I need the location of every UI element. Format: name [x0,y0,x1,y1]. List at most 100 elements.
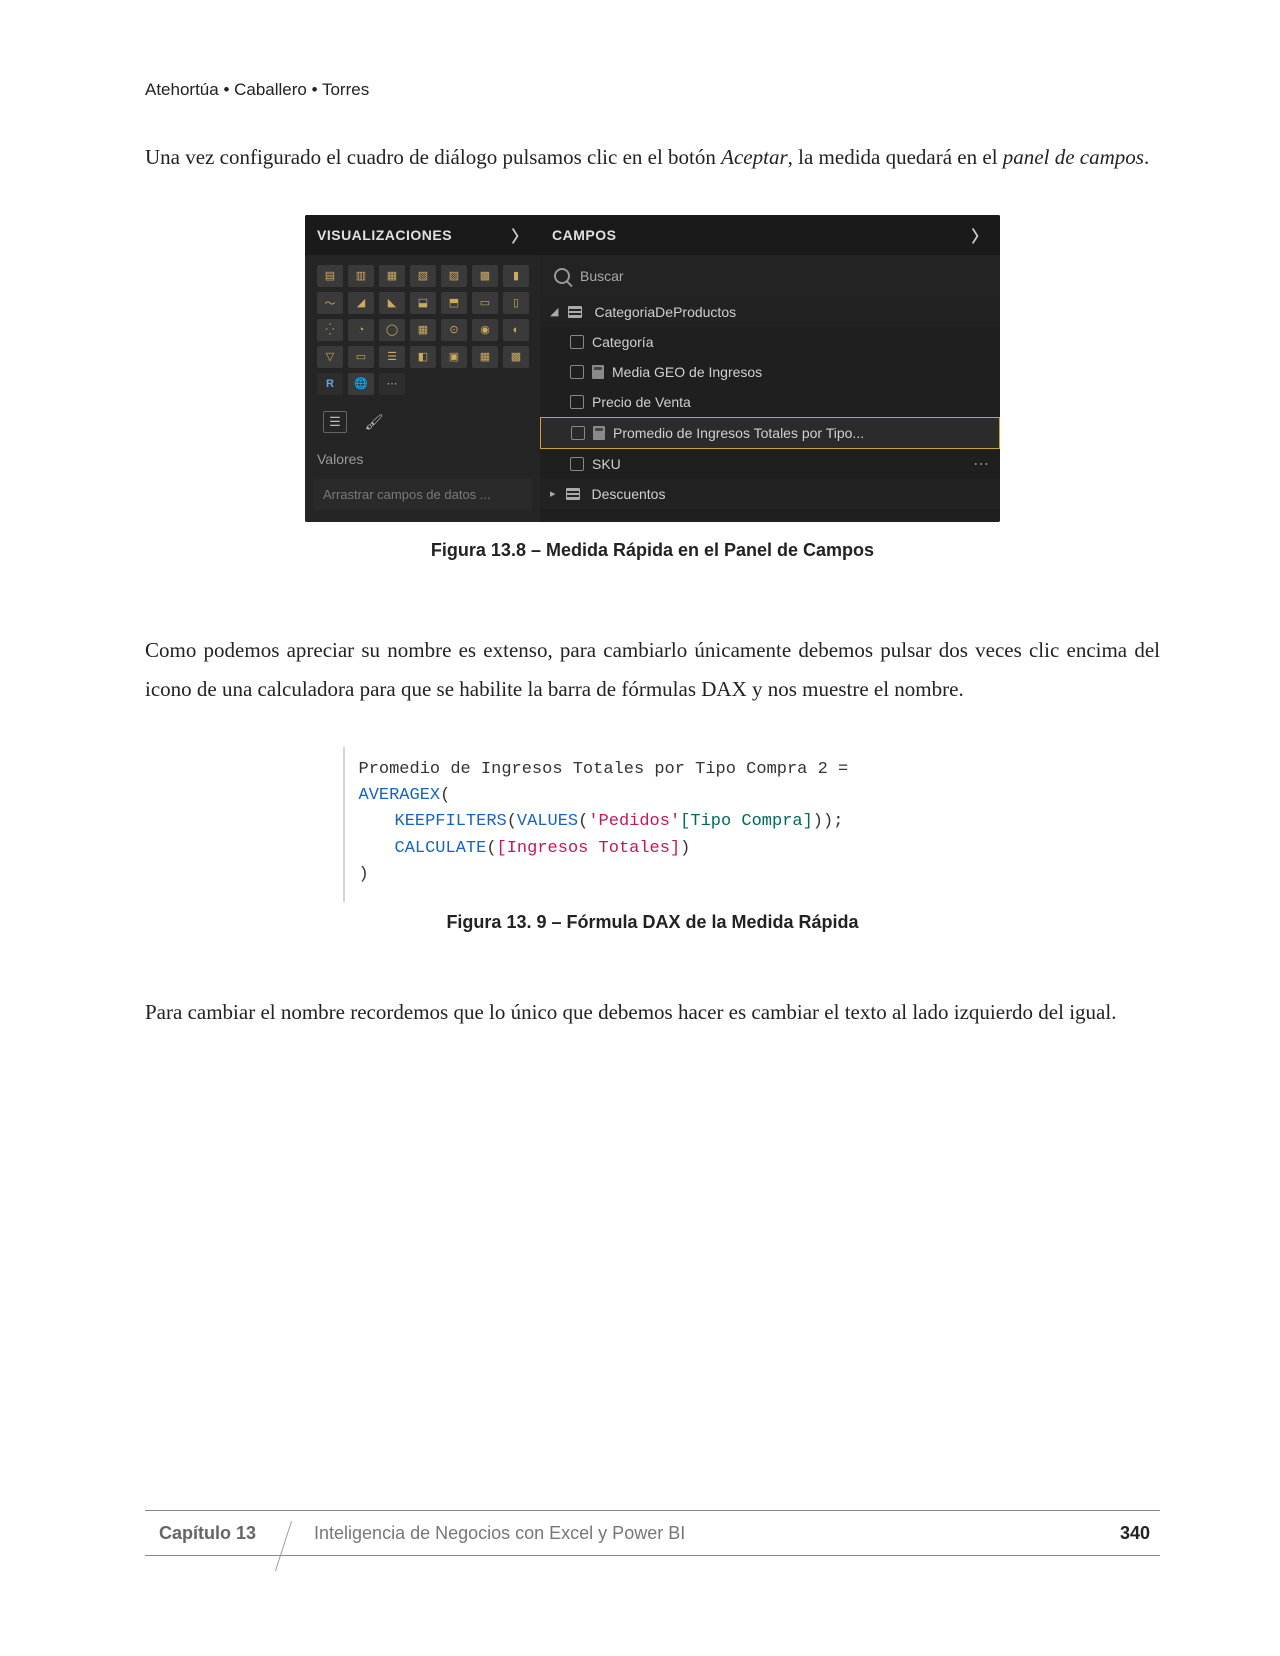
checkbox-icon[interactable] [570,335,584,349]
table-icon [566,488,580,500]
checkbox-icon[interactable] [571,426,585,440]
matrix-icon[interactable]: ▩ [503,346,529,368]
text: , la medida quedará en el [788,145,1003,169]
drag-fields-placeholder[interactable]: Arrastrar campos de datos ... [313,479,532,510]
checkbox-icon[interactable] [570,365,584,379]
fields-tab-icon[interactable]: ☰ [323,411,347,433]
field-label: Media GEO de Ingresos [612,364,762,380]
dax-fn-keepfilters: KEEPFILTERS [395,812,507,831]
stacked-area-icon[interactable]: ◣ [379,292,405,314]
chevron-right-icon[interactable]: 〉 [971,223,988,247]
dax-table-lit: 'Pedidos' [588,812,680,831]
pie-icon[interactable]: ◔ [348,319,374,341]
card-icon[interactable]: ▭ [348,346,374,368]
dax-column-lit: [Tipo Compra] [680,812,813,831]
visualizations-title: VISUALIZACIONES [317,227,452,243]
dax-fn-values: VALUES [517,812,578,831]
emphasis-aceptar: Aceptar [721,145,787,169]
field-label: Promedio de Ingresos Totales por Tipo... [613,425,864,441]
slicer-icon[interactable]: ▣ [441,346,467,368]
format-tools-row: ☰ 🖌 [305,401,540,445]
format-tab-icon[interactable]: 🖌 [361,411,387,433]
collapse-icon[interactable]: ▸ [550,487,556,500]
table-label: Descuentos [592,486,666,502]
expand-icon[interactable]: ◢ [550,305,558,318]
kpi-icon[interactable]: ◧ [410,346,436,368]
paragraph-1: Una vez configurado el cuadro de diálogo… [145,138,1160,177]
measure-icon [592,365,604,379]
figure-13-9-caption: Figura 13. 9 – Fórmula DAX de la Medida … [145,912,1160,933]
column2-icon[interactable]: ▮ [503,265,529,287]
combo2-icon[interactable]: ⬒ [441,292,467,314]
table-categoria-productos[interactable]: ◢ CategoriaDeProductos [540,297,1000,327]
dax-formula-block: Promedio de Ingresos Totales por Tipo Co… [343,747,963,903]
combo-icon[interactable]: ⬓ [410,292,436,314]
powerbi-panel-screenshot: VISUALIZACIONES 〉 ▤ ▥ ▦ ▧ ▨ ▩ ▮ 〜 ◢ ◣ ⬓ … [305,215,1000,522]
footer-page-number: 340 [1120,1523,1160,1544]
text: Una vez configurado el cuadro de diálogo… [145,145,721,169]
page-footer: Capítulo 13 Inteligencia de Negocios con… [145,1510,1160,1556]
checkbox-icon[interactable] [570,395,584,409]
multirow-icon[interactable]: ☰ [379,346,405,368]
globe-icon[interactable]: 🌐 [348,373,374,395]
chevron-right-icon[interactable]: 〉 [511,223,528,247]
area-icon[interactable]: ◢ [348,292,374,314]
filled-map-icon[interactable]: ◉ [472,319,498,341]
emphasis-panel: panel de campos [1003,145,1144,169]
gauge-icon[interactable]: ◐ [503,319,529,341]
field-label: SKU [592,456,621,472]
field-categoria[interactable]: Categoría [540,327,1000,357]
ribbon-icon[interactable]: ▭ [472,292,498,314]
fields-search[interactable]: Buscar [540,255,1000,297]
field-sku[interactable]: SKU ⋯ [540,449,1000,479]
search-icon [554,268,570,284]
treemap-icon[interactable]: ▦ [410,319,436,341]
checkbox-icon[interactable] [570,457,584,471]
values-section-label: Valores [305,445,540,475]
paragraph-2: Como podemos apreciar su nombre es exten… [145,631,1160,709]
dax-measure-name: Promedio de Ingresos Totales por Tipo Co… [359,760,849,779]
funnel-icon[interactable]: ▽ [317,346,343,368]
scatter-icon[interactable]: ⁛ [317,319,343,341]
r-visual-icon[interactable]: R [317,373,343,395]
clustered-bar-icon[interactable]: ▥ [348,265,374,287]
stacked-bar-icon[interactable]: ▤ [317,265,343,287]
footer-chapter: Capítulo 13 [145,1523,284,1544]
visualizations-pane: VISUALIZACIONES 〉 ▤ ▥ ▦ ▧ ▨ ▩ ▮ 〜 ◢ ◣ ⬓ … [305,215,540,522]
line-icon[interactable]: 〜 [317,292,343,314]
text: ) [359,865,369,884]
field-media-geo[interactable]: Media GEO de Ingresos [540,357,1000,387]
dax-fn-calculate: CALCULATE [395,839,487,858]
search-placeholder: Buscar [580,268,624,284]
text: . [1144,145,1149,169]
page-authors: Atehortúa • Caballero • Torres [145,80,1160,100]
paragraph-3: Para cambiar el nombre recordemos que lo… [145,993,1160,1032]
clustered-column-icon[interactable]: ▧ [410,265,436,287]
visualization-icons-grid: ▤ ▥ ▦ ▧ ▨ ▩ ▮ 〜 ◢ ◣ ⬓ ⬒ ▭ ▯ ⁛ ◔ ◯ ▦ ⊙ ◉ … [305,255,540,401]
fields-header[interactable]: CAMPOS 〉 [540,215,1000,255]
bar-icon[interactable]: ▩ [472,265,498,287]
fields-title: CAMPOS [552,227,616,243]
field-label: Categoría [592,334,653,350]
field-precio-venta[interactable]: Precio de Venta [540,387,1000,417]
fields-pane: CAMPOS 〉 Buscar ◢ CategoriaDeProductos C… [540,215,1000,522]
table-label: CategoriaDeProductos [594,304,736,320]
text: ( [440,786,450,805]
map-icon[interactable]: ⊙ [441,319,467,341]
stacked-column-icon[interactable]: ▦ [379,265,405,287]
more-icon[interactable]: ⋯ [379,373,405,395]
table-viz-icon[interactable]: ▦ [472,346,498,368]
donut-icon[interactable]: ◯ [379,319,405,341]
column-icon[interactable]: ▨ [441,265,467,287]
dax-fn-averagex: AVERAGEX [359,786,441,805]
figure-13-8-caption: Figura 13.8 – Medida Rápida en el Panel … [145,540,1160,561]
more-options-icon[interactable]: ⋯ [973,454,990,474]
measure-icon [593,426,605,440]
table-descuentos[interactable]: ▸ Descuentos [540,479,1000,509]
waterfall-icon[interactable]: ▯ [503,292,529,314]
visualizations-header[interactable]: VISUALIZACIONES 〉 [305,215,540,255]
field-promedio-ingresos[interactable]: Promedio de Ingresos Totales por Tipo... [540,417,1000,449]
dax-measure-lit: [Ingresos Totales] [497,839,681,858]
field-label: Precio de Venta [592,394,691,410]
footer-title: Inteligencia de Negocios con Excel y Pow… [284,1523,1120,1544]
